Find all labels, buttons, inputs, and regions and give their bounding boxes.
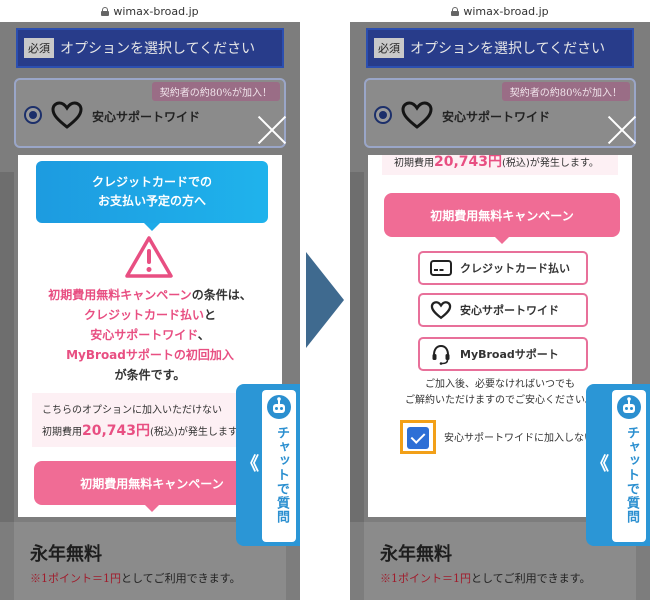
requirement-support-wide: 安心サポートワイド — [418, 293, 588, 327]
url-text: wimax-broad.jp — [463, 4, 549, 18]
requirement-credit-card: クレジットカード払い — [418, 251, 588, 285]
url-text: wimax-broad.jp — [113, 4, 199, 18]
fee-note: 初期費用20,743円(税込)が発生します。 — [382, 155, 618, 175]
campaign-button[interactable]: 初期費用無料キャンペーン — [384, 193, 620, 244]
chat-widget[interactable]: 《 チャットで質問 — [586, 384, 650, 546]
campaign-button[interactable]: 初期費用無料キャンペーン — [34, 461, 270, 512]
bottom-text: ※1ポイント＝1円としてご利用できます。 — [380, 572, 591, 585]
background-stripe — [350, 172, 364, 522]
option-radio[interactable] — [24, 106, 42, 124]
url-bar[interactable]: wimax-broad.jp — [0, 0, 300, 22]
robot-icon — [267, 395, 291, 419]
credit-card-icon — [430, 260, 452, 276]
close-icon[interactable] — [606, 114, 638, 146]
close-icon[interactable] — [256, 114, 288, 146]
option-radio[interactable] — [374, 106, 392, 124]
warning-icon — [125, 236, 173, 278]
section-title: オプションを選択してください — [410, 41, 606, 57]
fee-amount: 20,743円 — [82, 423, 151, 439]
credit-card-notice: クレジットカードでの お支払い予定の方へ — [36, 161, 268, 231]
chat-label[interactable]: チャットで質問 — [267, 426, 291, 524]
popular-badge: 契約者の約80%が加入！ — [501, 82, 630, 101]
bottom-text: ※1ポイント＝1円としてご利用できます。 — [30, 572, 241, 585]
required-badge: 必須 — [24, 38, 54, 58]
screenshot-after: wimax-broad.jp 必須 オプションを選択してください 契約者の約80… — [350, 0, 650, 600]
arrow-right-icon — [306, 252, 344, 348]
robot-icon — [617, 395, 641, 419]
bottom-title: 永年無料 — [30, 544, 102, 565]
lock-icon — [101, 6, 110, 16]
heart-icon — [401, 101, 433, 129]
campaign-conditions: 初期費用無料キャンペーンの条件は、 クレジットカード払いと 安心サポートワイド、… — [48, 288, 252, 382]
chevron-left-icon[interactable]: 《 — [591, 450, 609, 476]
option-card[interactable]: 契約者の約80%が加入！ 安心サポートワイド — [14, 78, 286, 148]
option-label: 安心サポートワイド — [92, 110, 201, 124]
checkbox-highlight — [400, 420, 436, 454]
option-label: 安心サポートワイド — [442, 110, 551, 124]
required-badge: 必須 — [374, 38, 404, 58]
section-header: 必須 オプションを選択してください — [366, 28, 634, 68]
chat-widget[interactable]: 《 チャットで質問 — [236, 384, 300, 546]
option-card[interactable]: 契約者の約80%が加入！ 安心サポートワイド — [364, 78, 636, 148]
screenshot-before: wimax-broad.jp 必須 オプションを選択してください 契約者の約80… — [0, 0, 300, 600]
section-header: 必須 オプションを選択してください — [16, 28, 284, 68]
chat-panel[interactable]: チャットで質問 — [612, 390, 646, 542]
fee-amount: 20,743円 — [434, 155, 503, 170]
headset-icon — [432, 344, 450, 365]
bottom-title: 永年無料 — [380, 544, 452, 565]
chevron-left-icon[interactable]: 《 — [241, 450, 259, 476]
lock-icon — [451, 6, 460, 16]
background-stripe — [0, 172, 14, 522]
chat-panel[interactable]: チャットで質問 — [262, 390, 296, 542]
popular-badge: 契約者の約80%が加入！ — [151, 82, 280, 101]
heart-icon — [51, 101, 83, 129]
checkbox-label[interactable]: 安心サポートワイドに加入しない — [444, 429, 594, 444]
requirement-mybroad-support: MyBroadサポート — [418, 337, 588, 371]
section-title: オプションを選択してください — [60, 41, 256, 57]
chat-label[interactable]: チャットで質問 — [617, 426, 641, 524]
decline-support-checkbox[interactable] — [407, 427, 429, 449]
heart-icon — [430, 301, 452, 320]
url-bar[interactable]: wimax-broad.jp — [350, 0, 650, 22]
